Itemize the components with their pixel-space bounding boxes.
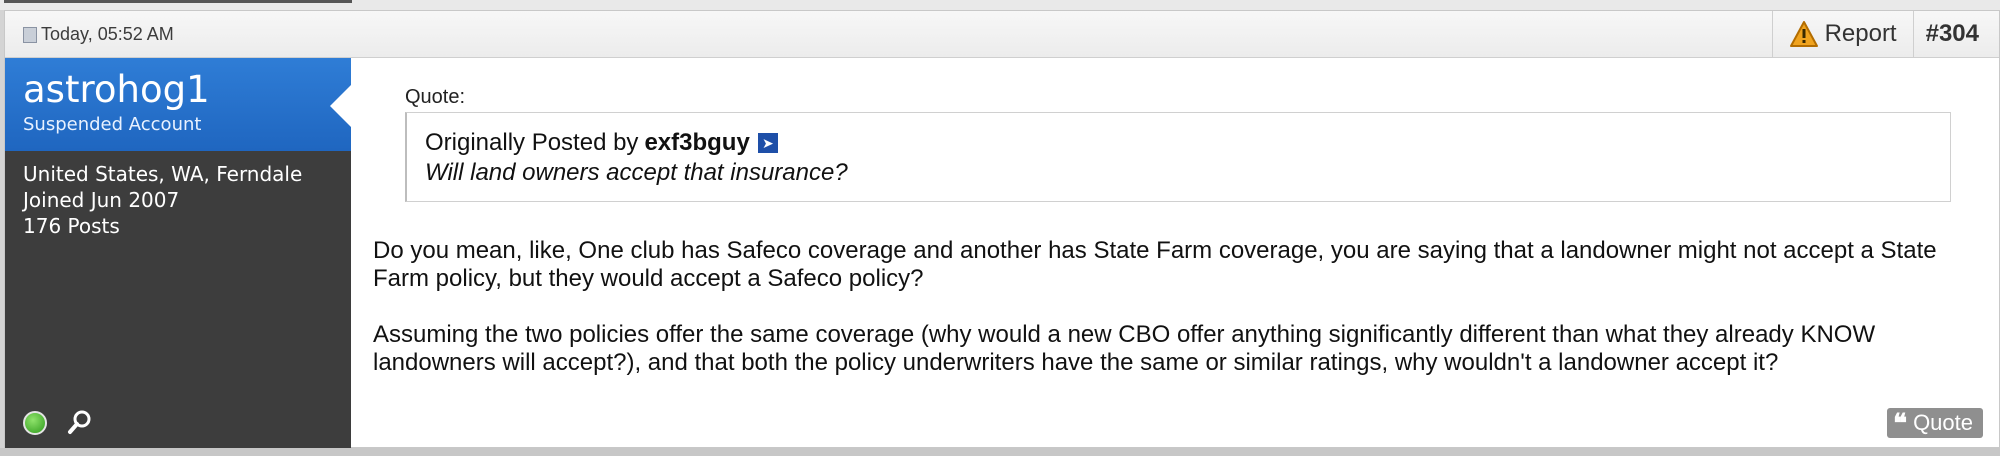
user-post-count: 176 Posts — [23, 214, 120, 238]
post-header: Today, 05:52 AM Report #304 — [5, 11, 1999, 58]
post-content: Quote: Originally Posted by exf3bguy ➤ W… — [351, 58, 1999, 448]
user-location: United States, WA, Ferndale — [23, 162, 303, 186]
username-header: astrohog1 Suspended Account — [5, 58, 352, 151]
originally-posted-by: Originally Posted by — [425, 129, 639, 156]
document-icon — [23, 26, 37, 43]
quote-mark-icon: ❝ — [1893, 407, 1908, 438]
username-link[interactable]: astrohog1 — [23, 68, 210, 111]
user-joined: Joined Jun 2007 — [23, 188, 180, 212]
user-info-panel: astrohog1 Suspended Account United State… — [5, 58, 352, 448]
post-date: Today, 05:52 AM — [23, 24, 174, 45]
forum-post: Today, 05:52 AM Report #304 astrohog1 Su… — [4, 10, 2000, 448]
post-message: Do you mean, like, One club has Safeco c… — [373, 237, 1973, 405]
user-stats: United States, WA, Ferndale Joined Jun 2… — [23, 161, 302, 239]
message-paragraph: Do you mean, like, One club has Safeco c… — [373, 237, 1937, 292]
quote-button-label: Quote — [1913, 410, 1973, 435]
post-number-link[interactable]: #304 — [1912, 11, 1999, 57]
quote-author: exf3bguy — [644, 129, 750, 156]
online-status-icon — [23, 411, 47, 435]
top-divider — [4, 0, 352, 3]
report-button[interactable]: Report — [1771, 11, 1913, 57]
search-icon[interactable] — [67, 409, 93, 435]
message-paragraph: Assuming the two policies offer the same… — [373, 321, 1876, 376]
quote-box: Originally Posted by exf3bguy ➤ Will lan… — [405, 112, 1951, 202]
post-date-text: Today, 05:52 AM — [41, 24, 174, 44]
top-strip — [0, 0, 2000, 10]
quoted-text: Will land owners accept that insurance? — [425, 159, 848, 186]
bottom-strip — [0, 448, 2000, 456]
quote-label: Quote: — [405, 86, 466, 108]
report-label: Report — [1824, 20, 1897, 47]
quote-button[interactable]: ❝ Quote — [1887, 408, 1983, 438]
post-header-actions: Report #304 — [1771, 11, 1999, 57]
arrow-right-icon[interactable]: ➤ — [757, 133, 778, 153]
quote-attribution: Originally Posted by exf3bguy ➤ — [425, 129, 1932, 157]
post-number: #304 — [1925, 20, 1979, 47]
warning-icon — [1789, 21, 1818, 47]
user-title: Suspended Account — [23, 114, 202, 135]
